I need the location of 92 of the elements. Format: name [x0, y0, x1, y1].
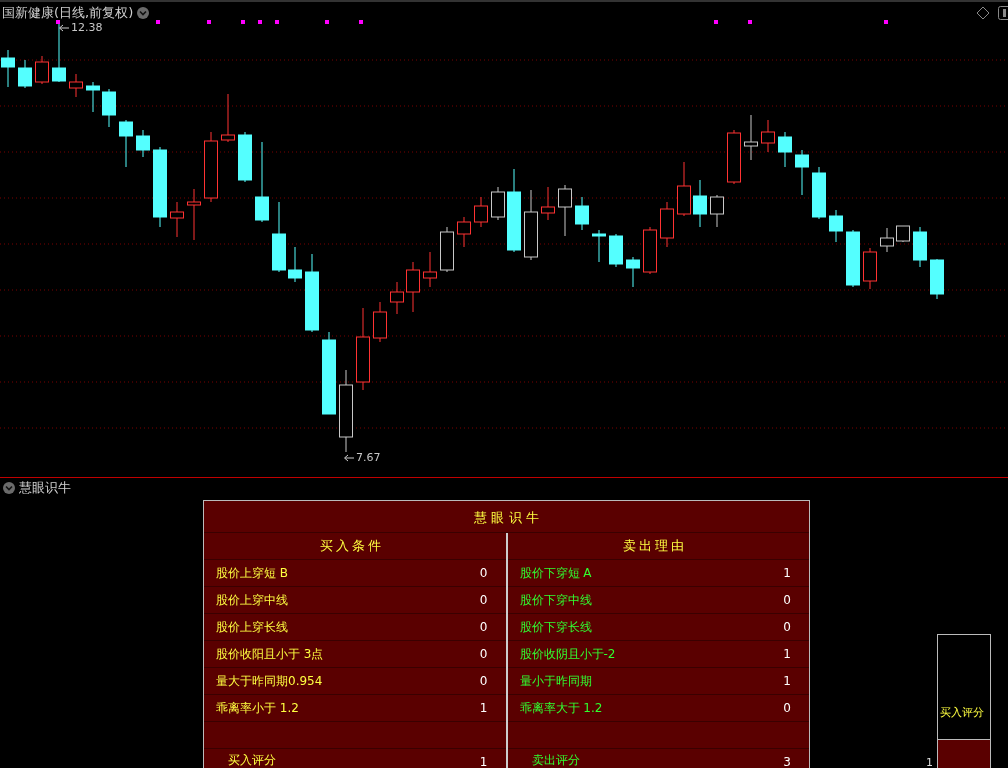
candle: [575, 196, 589, 231]
candle: [373, 301, 387, 343]
condition-value: 0: [783, 593, 791, 607]
condition-label: 股价上穿中线: [216, 591, 288, 609]
dropdown-icon[interactable]: [3, 481, 15, 494]
candle: [778, 131, 792, 168]
condition-value: 0: [479, 674, 488, 688]
candle: [710, 194, 724, 228]
candle: [795, 149, 809, 196]
candle: [238, 131, 252, 183]
condition-label: 股价收阴且小于-2: [519, 645, 616, 663]
candle: [693, 179, 707, 228]
candle: [913, 226, 927, 268]
candle: [86, 81, 100, 113]
candle: [119, 119, 133, 168]
condition-label: 股价上穿短 B: [216, 564, 289, 582]
arrow-icon: [58, 23, 70, 32]
low-price-label: 7.67: [356, 451, 381, 464]
candle: [524, 189, 538, 261]
candle: [440, 226, 454, 273]
condition-label: 量小于昨同期: [519, 672, 592, 690]
candle: [35, 55, 49, 85]
candle: [863, 247, 877, 290]
score-label: 卖出评分: [531, 752, 580, 768]
condition-label: 乖离率大于 1.2: [519, 699, 603, 717]
dropdown-icon[interactable]: [137, 7, 150, 19]
candle: [390, 281, 404, 315]
condition-label: 股价下穿短 A: [519, 564, 592, 582]
condition-label: 股价下穿中线: [519, 591, 592, 609]
condition-label: 乖离率小于 1.2: [216, 699, 299, 717]
condition-value: 0: [783, 620, 791, 634]
candle: [69, 73, 83, 98]
candle: [727, 129, 741, 185]
condition-label: 量大于昨同期0.954: [216, 672, 323, 690]
candle: [136, 129, 150, 158]
candle: [52, 23, 66, 83]
condition-value: 0: [479, 647, 488, 661]
candle: [829, 209, 843, 243]
panel-toggle-icon: [998, 6, 1008, 20]
column-heading: 卖出理由: [623, 537, 688, 555]
candle: [170, 201, 184, 238]
candle: [626, 256, 640, 288]
candle: [643, 226, 657, 275]
column-heading: 买入条件: [319, 537, 384, 555]
meter-value: 1: [926, 756, 933, 768]
score-value: 1: [479, 755, 488, 768]
condition-value: 1: [783, 647, 791, 661]
candle: [541, 186, 555, 221]
table-title: 慧 眼 识 牛: [204, 501, 809, 533]
arrow-icon: [343, 453, 355, 462]
candle: [1, 49, 15, 88]
score-value: 3: [783, 755, 791, 768]
candle: [406, 261, 420, 313]
condition-value: 1: [783, 566, 791, 580]
candle: [896, 225, 910, 243]
condition-value: 1: [479, 701, 488, 715]
condition-label: 股价下穿长线: [519, 618, 592, 636]
candle: [474, 196, 488, 228]
candle: [187, 188, 201, 241]
candle: [272, 201, 286, 273]
candle: [558, 184, 572, 237]
candle: [491, 186, 505, 221]
condition-value: 0: [783, 701, 791, 715]
candle: [761, 119, 775, 153]
chart-title: 国新健康(日线,前复权): [2, 4, 134, 22]
candle: [592, 229, 606, 263]
condition-label: 股价上穿长线: [216, 618, 288, 636]
candle: [204, 131, 218, 203]
candle: [288, 246, 302, 283]
diamond-icon: [976, 6, 990, 20]
score-label: 买入评分: [228, 752, 276, 768]
candle: [744, 114, 758, 161]
meter-label: 买入评分: [940, 705, 984, 720]
condition-value: 0: [479, 566, 488, 580]
candle: [609, 233, 623, 268]
candle: [423, 251, 437, 288]
candle: [221, 93, 235, 143]
candle: [457, 216, 471, 248]
high-price-label: 12.38: [71, 21, 103, 34]
condition-label: 股价收阳且小于 3点: [216, 645, 324, 663]
candle: [846, 229, 860, 288]
candle: [660, 201, 674, 248]
condition-value: 0: [479, 620, 488, 634]
candle: [677, 161, 691, 217]
indicator-title: 慧眼识牛: [19, 478, 71, 497]
candle: [18, 59, 32, 89]
candle: [930, 258, 944, 300]
condition-value: 0: [479, 593, 488, 607]
condition-value: 1: [783, 674, 791, 688]
candle: [102, 88, 116, 128]
candle: [880, 227, 894, 253]
candle: [812, 166, 826, 220]
